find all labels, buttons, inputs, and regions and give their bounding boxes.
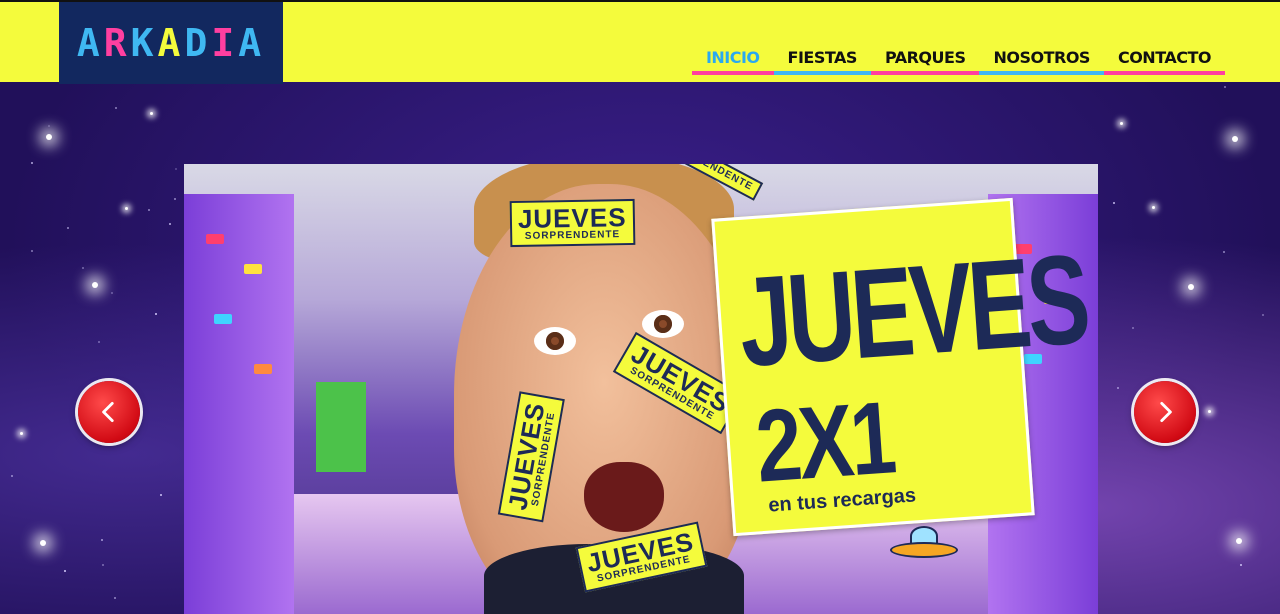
- star: [1152, 206, 1155, 209]
- logo-letter: D: [184, 21, 212, 65]
- star-speck: [47, 124, 50, 127]
- chevron-right-icon: [1160, 401, 1172, 423]
- star: [1232, 136, 1238, 142]
- ufo-icon: [890, 526, 958, 566]
- star-speck: [1224, 85, 1227, 88]
- star-speck: [31, 162, 34, 165]
- slider-next-button[interactable]: [1134, 381, 1196, 443]
- logo-letter: A: [238, 21, 266, 65]
- promo-title: JUEVES: [734, 227, 1091, 394]
- star: [1120, 122, 1123, 125]
- promo-poster: JUEVES 2X1 en tus recargas: [711, 197, 1091, 537]
- star-speck: [174, 198, 177, 201]
- green-panel: [316, 382, 366, 472]
- hero-slide[interactable]: JUEVES SORPRENDENTE JUEVES SORPRENDENTE …: [184, 164, 1098, 614]
- star: [1236, 538, 1242, 544]
- logo-letter: K: [130, 21, 158, 65]
- chevron-left-icon: [102, 401, 114, 423]
- star-speck: [30, 250, 33, 253]
- star-speck: [66, 227, 69, 230]
- star-speck: [160, 494, 163, 497]
- star: [125, 207, 128, 210]
- star-speck: [110, 291, 113, 294]
- star: [40, 540, 46, 546]
- nav-item-fiestas[interactable]: FIESTAS: [773, 48, 871, 75]
- nav-item-parques[interactable]: PARQUES: [870, 48, 980, 75]
- site-logo[interactable]: ARKADIA: [59, 2, 283, 84]
- star-speck: [1261, 313, 1264, 316]
- star-speck: [10, 475, 13, 478]
- tetromino: [214, 314, 232, 324]
- nav-item-contacto[interactable]: CONTACTO: [1103, 48, 1225, 75]
- main-nav: INICIO FIESTAS PARQUES NOSOTROS CONTACTO: [691, 48, 1225, 75]
- nav-item-nosotros[interactable]: NOSOTROS: [979, 48, 1104, 75]
- mouth: [584, 462, 664, 532]
- star-speck: [147, 208, 150, 211]
- site-header: ARKADIA INICIO FIESTAS PARQUES NOSOTROS …: [0, 0, 1280, 84]
- star-speck: [1113, 201, 1116, 204]
- sticker-forehead: JUEVES SORPRENDENTE: [509, 198, 636, 248]
- star-speck: [1239, 563, 1242, 566]
- star: [20, 432, 23, 435]
- star-speck: [1222, 250, 1225, 253]
- star-speck: [1116, 387, 1119, 390]
- star: [1188, 284, 1194, 290]
- logo-letter: A: [157, 21, 185, 65]
- logo-wordmark: ARKADIA: [77, 21, 265, 65]
- star-speck: [82, 266, 85, 269]
- tetromino: [206, 234, 224, 244]
- logo-letter: R: [103, 21, 131, 65]
- left-eye: [534, 327, 576, 355]
- star-speck: [154, 312, 157, 315]
- nav-item-inicio[interactable]: INICIO: [691, 48, 774, 75]
- star-speck: [168, 222, 171, 225]
- logo-letter: A: [76, 21, 104, 65]
- logo-letter: I: [211, 21, 239, 65]
- star: [92, 282, 98, 288]
- star-speck: [1131, 326, 1134, 329]
- arcade-wall-left: [184, 194, 294, 614]
- star: [150, 112, 153, 115]
- star: [1208, 410, 1211, 413]
- star-speck: [100, 539, 103, 541]
- tetromino: [244, 264, 262, 274]
- tetromino: [254, 364, 272, 374]
- star-speck: [114, 597, 117, 600]
- star: [46, 134, 52, 140]
- star-speck: [98, 341, 101, 344]
- star-speck: [174, 167, 177, 170]
- slider-prev-button[interactable]: [78, 381, 140, 443]
- star-speck: [64, 570, 67, 573]
- star-speck: [115, 106, 118, 109]
- right-eye: [642, 310, 684, 338]
- star-speck: [101, 563, 104, 566]
